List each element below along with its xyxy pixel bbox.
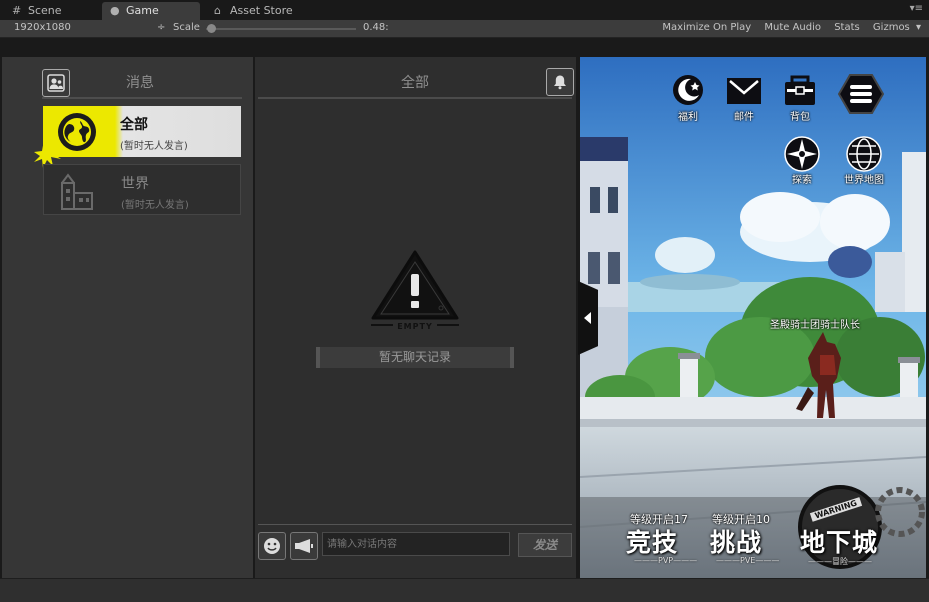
moon-star-icon [673,75,703,105]
hud-backpack-label: 背包 [790,112,810,123]
game-scene: 福利 邮件 背包 探索 世界地图 圣殿骑士团骑士队长 等级开启17 竞技 ———… [580,57,926,578]
game-toolbar: 1920x1080 ÷ Scale 0.48: Maximize On Play… [0,20,929,38]
tab-asset-store-label: Asset Store [230,4,293,17]
tab-scene[interactable]: # Scene [4,2,96,20]
backpack-icon [785,75,815,105]
compass-icon [784,136,820,172]
smiley-icon [264,538,280,554]
hud-welfare-label: 福利 [678,112,698,123]
empty-label: EMPTY [397,322,433,331]
contacts-button[interactable] [42,69,70,97]
tab-game[interactable]: ● Game [102,2,200,20]
scale-slider-track[interactable] [206,28,356,30]
scale-value: 0.48: [363,22,389,33]
mode-dungeon-button[interactable]: WARNING 地下城 ———冒险——— [796,497,896,571]
send-button[interactable]: 发送 [518,533,572,557]
tab-scene-label: Scene [28,4,62,17]
contacts-icon [47,74,65,92]
mode-challenge-button[interactable]: 等级开启10 挑战 ———PVE——— [706,507,786,571]
mode-title: 挑战 [710,528,763,557]
toolbar-right-group: Maximize On Play Mute Audio Stats Gizmos… [652,22,921,33]
gizmos-arrow-icon[interactable]: ▾ [916,22,921,33]
chat-panel-title: 全部 [401,75,429,91]
hud-world-map-button[interactable]: 世界地图 [842,135,886,186]
mode-title: 地下城 [800,528,879,557]
channel-item-all[interactable]: 全部 (暂时无人发言) [43,106,241,157]
mode-title: 竞技 [626,528,679,557]
hud-explore-button[interactable]: 探索 [780,135,824,186]
tab-asset-store[interactable]: ⌂ Asset Store [206,2,326,20]
mode-tag: ———PVE——— [716,556,780,565]
scale-label: Scale [173,22,200,33]
status-bar [0,578,929,602]
mode-arena-button[interactable]: 等级开启17 竞技 ———PVP——— [622,507,702,571]
menu-icon [837,74,885,114]
grid-icon: # [12,4,22,17]
divider [42,97,242,99]
mail-icon [727,78,761,104]
chevron-left-icon [584,312,591,324]
channel-panel-title: 消息 [126,75,154,91]
hud-backpack-button[interactable]: 背包 [780,73,820,123]
hud-welfare-button[interactable]: 福利 [668,73,708,123]
game-controller-icon: ● [110,4,120,17]
resolution-dropdown[interactable]: 1920x1080 [14,22,71,33]
tab-game-label: Game [126,4,159,17]
notification-button[interactable] [546,68,574,96]
shopping-bag-icon: ⌂ [214,4,221,17]
mode-tag: ———冒险——— [808,557,872,566]
hud-world-map-label: 世界地图 [844,175,884,186]
bell-icon [554,75,566,90]
hud-explore-label: 探索 [792,175,812,186]
gizmos-dropdown[interactable]: Gizmos [873,22,910,33]
stats-toggle[interactable]: Stats [834,22,860,33]
hud-mail-button[interactable]: 邮件 [724,73,764,123]
npc-nameplate: 圣殿骑士团骑士队长 [770,320,860,331]
mute-audio-toggle[interactable]: Mute Audio [764,22,821,33]
hud-main-menu-button[interactable] [837,73,885,117]
hud-mail-label: 邮件 [734,112,754,123]
channel-name: 世界 [121,176,149,192]
empty-chat-message: 暂无聊天记录 [316,347,514,368]
mode-tag: ———PVP——— [634,556,698,565]
resolution-arrow-icon[interactable]: ÷ [157,22,165,33]
collapse-chat-button[interactable] [578,281,598,355]
channel-subtitle: (暂时无人发言) [121,200,189,211]
channel-item-world[interactable]: 世界 (暂时无人发言) [43,164,241,215]
megaphone-icon [295,539,313,553]
maximize-on-play-toggle[interactable]: Maximize On Play [662,22,751,33]
channel-name: 全部 [120,117,148,133]
globe-icon [846,136,882,172]
divider [258,97,572,99]
warning-tape: WARNING [809,497,862,522]
emoji-button[interactable] [258,532,286,560]
city-buildings-icon [61,173,93,210]
channel-subtitle: (暂时无人发言) [120,141,188,152]
tab-menu-button[interactable]: ▾≡ [910,3,923,14]
divider [258,524,572,525]
chat-message-input[interactable] [322,532,510,556]
broadcast-button[interactable] [290,532,318,560]
scale-slider-handle[interactable] [207,24,216,33]
empty-warning-graphic: EMPTY [369,248,461,340]
